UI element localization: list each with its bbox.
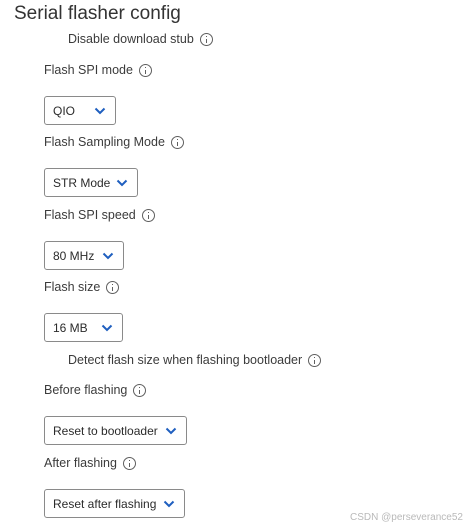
detect-flash-size-label: Detect flash size when flashing bootload… [68, 353, 303, 367]
flash-sampling-mode-select[interactable]: STR Mode [44, 168, 138, 197]
flash-spi-speed-label: Flash SPI speed [44, 208, 136, 222]
chevron-down-icon [94, 107, 106, 114]
flash-size-select[interactable]: 16 MB [44, 313, 123, 342]
before-flashing-row: Before flashing [44, 383, 147, 397]
after-flashing-row: After flashing [44, 456, 136, 470]
flash-size-label: Flash size [44, 280, 101, 294]
chevron-down-icon [116, 179, 128, 186]
flash-size-value: 16 MB [53, 320, 88, 335]
flash-sampling-mode-value: STR Mode [53, 175, 111, 190]
watermark: CSDN @perseverance52 [350, 512, 463, 523]
info-icon[interactable] [141, 208, 155, 222]
info-icon[interactable] [170, 135, 184, 149]
flash-spi-speed-row: Flash SPI speed [44, 208, 155, 222]
flash-spi-speed-value: 80 MHz [53, 248, 95, 263]
after-flashing-select[interactable]: Reset after flashing [44, 489, 185, 518]
info-icon[interactable] [122, 456, 136, 470]
disable-download-stub-label: Disable download stub [68, 32, 194, 46]
disable-download-stub-row[interactable]: Disable download stub [68, 32, 213, 46]
flash-sampling-mode-label: Flash Sampling Mode [44, 135, 165, 149]
flash-spi-mode-value: QIO [53, 103, 76, 118]
info-icon[interactable] [133, 383, 147, 397]
flash-size-row: Flash size [44, 280, 120, 294]
flash-spi-speed-select[interactable]: 80 MHz [44, 241, 124, 270]
chevron-down-icon [101, 324, 113, 331]
before-flashing-label: Before flashing [44, 383, 128, 397]
flash-sampling-mode-row: Flash Sampling Mode [44, 135, 184, 149]
flash-spi-mode-row: Flash SPI mode [44, 63, 152, 77]
before-flashing-select[interactable]: Reset to bootloader [44, 416, 187, 445]
detect-flash-size-row[interactable]: Detect flash size when flashing bootload… [68, 353, 322, 367]
flash-spi-mode-select[interactable]: QIO [44, 96, 116, 125]
chevron-down-icon [102, 252, 114, 259]
after-flashing-value: Reset after flashing [53, 496, 157, 511]
info-icon[interactable] [199, 32, 213, 46]
after-flashing-label: After flashing [44, 456, 117, 470]
info-icon[interactable] [138, 63, 152, 77]
chevron-down-icon [165, 427, 177, 434]
info-icon[interactable] [308, 353, 322, 367]
before-flashing-value: Reset to bootloader [53, 423, 158, 438]
flash-spi-mode-label: Flash SPI mode [44, 63, 133, 77]
chevron-down-icon [163, 500, 175, 507]
section-title: Serial flasher config [14, 3, 181, 24]
info-icon[interactable] [106, 280, 120, 294]
